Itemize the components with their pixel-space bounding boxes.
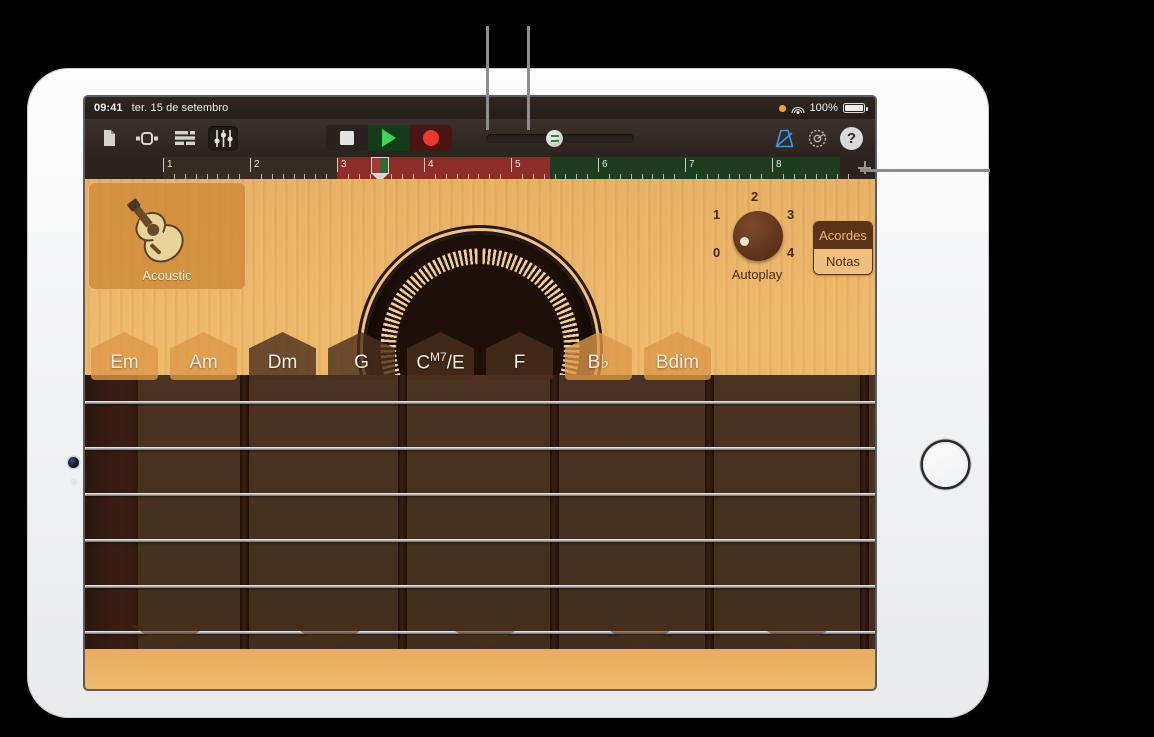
autoplay-position-3[interactable]: 3 bbox=[787, 207, 794, 222]
track-view-icon[interactable] bbox=[170, 126, 200, 151]
fret-line bbox=[860, 375, 869, 665]
autoplay-control[interactable]: 0 1 2 3 4 Autoplay bbox=[709, 187, 805, 285]
autoplay-position-0[interactable]: 0 bbox=[713, 245, 720, 260]
fretboard-bottom-edge bbox=[85, 649, 875, 689]
patch-selector-card[interactable]: Acoustic bbox=[88, 182, 246, 290]
transport-controls bbox=[326, 125, 634, 151]
volume-slider-knob[interactable] bbox=[546, 130, 563, 147]
chord-label: Am bbox=[189, 352, 218, 374]
mode-option-chords[interactable]: Acordes bbox=[814, 222, 872, 248]
chord-strip[interactable]: Em bbox=[85, 332, 164, 380]
strum-chevron bbox=[757, 625, 837, 649]
mode-option-notes[interactable]: Notas bbox=[814, 248, 872, 274]
guitar-string[interactable] bbox=[85, 447, 875, 450]
fret-line bbox=[398, 375, 407, 665]
chord-strip[interactable]: G bbox=[322, 332, 401, 380]
chord-label: Em bbox=[110, 352, 139, 374]
record-button[interactable] bbox=[410, 125, 452, 151]
battery-icon bbox=[843, 103, 865, 113]
chord-strip[interactable]: F bbox=[480, 332, 559, 380]
guitar-string[interactable] bbox=[85, 585, 875, 588]
master-volume-slider[interactable] bbox=[486, 134, 634, 143]
strum-chevron bbox=[600, 625, 680, 649]
fretboard-nut bbox=[85, 375, 138, 665]
main-toolbar: ? bbox=[85, 119, 875, 157]
toolbar-right-group: ? bbox=[774, 127, 875, 150]
callout-ruler bbox=[860, 169, 990, 172]
autoplay-position-1[interactable]: 1 bbox=[713, 207, 720, 222]
autoplay-knob[interactable] bbox=[733, 211, 783, 261]
strum-chevron bbox=[445, 625, 525, 649]
ruler-bar-number: 7 bbox=[685, 158, 695, 172]
fretboard[interactable] bbox=[85, 375, 875, 689]
document-icon[interactable] bbox=[94, 126, 124, 151]
chord-label: G bbox=[354, 352, 369, 374]
home-button[interactable] bbox=[923, 442, 968, 487]
fret-line bbox=[240, 375, 249, 665]
screen: 09:41 ter. 15 de setembro 100% bbox=[85, 97, 875, 689]
chord-strip[interactable]: B♭ bbox=[559, 332, 638, 380]
chord-strip[interactable]: Dm bbox=[243, 332, 322, 380]
mixer-icon[interactable] bbox=[208, 126, 238, 151]
stop-button[interactable] bbox=[326, 125, 368, 151]
autoplay-label: Autoplay bbox=[709, 267, 805, 282]
chord-label: Dm bbox=[268, 352, 298, 374]
smart-guitar-instrument: Acoustic 0 1 2 3 4 Autoplay Acordes Nota… bbox=[85, 179, 875, 689]
transport-group bbox=[326, 125, 452, 151]
chord-strip[interactable]: Bdim bbox=[638, 332, 717, 380]
acoustic-guitar-icon bbox=[121, 191, 213, 265]
front-camera-icon bbox=[68, 457, 79, 468]
status-date: ter. 15 de setembro bbox=[132, 102, 229, 114]
timeline-ruler[interactable]: 1 2 3 4 5 6 7 8 bbox=[85, 157, 875, 179]
chord-strip[interactable]: Am bbox=[164, 332, 243, 380]
callout-record-button bbox=[527, 26, 530, 130]
chord-label: Bdim bbox=[656, 352, 699, 374]
chord-label: F bbox=[514, 352, 526, 374]
chord-label: B♭ bbox=[588, 351, 610, 374]
status-bar-right: 100% bbox=[779, 102, 875, 114]
help-button[interactable]: ? bbox=[840, 127, 863, 150]
ambient-sensor-icon bbox=[70, 478, 77, 485]
chords-notes-switch[interactable]: Acordes Notas bbox=[813, 221, 873, 275]
guitar-string[interactable] bbox=[85, 493, 875, 496]
ruler-bar-number: 4 bbox=[424, 158, 434, 172]
metronome-icon[interactable] bbox=[774, 129, 795, 148]
recording-indicator-icon bbox=[779, 105, 786, 112]
callout-play-button bbox=[486, 26, 489, 130]
strum-chevron bbox=[290, 625, 370, 649]
guitar-string[interactable] bbox=[85, 539, 875, 542]
guitar-string[interactable] bbox=[85, 401, 875, 404]
ruler-bar-number: 1 bbox=[163, 158, 173, 172]
strum-chevron bbox=[130, 625, 210, 649]
ruler-head bbox=[85, 157, 163, 179]
status-bar: 09:41 ter. 15 de setembro 100% bbox=[85, 97, 875, 119]
autoplay-position-2[interactable]: 2 bbox=[751, 189, 758, 204]
ruler-bar-number: 3 bbox=[337, 158, 347, 172]
wifi-icon bbox=[791, 103, 804, 113]
fret-line bbox=[705, 375, 714, 665]
status-time: 09:41 bbox=[94, 102, 123, 114]
status-bar-left: 09:41 ter. 15 de setembro bbox=[85, 102, 228, 114]
chord-label: CM7/E bbox=[416, 350, 464, 374]
autoplay-position-4[interactable]: 4 bbox=[787, 245, 794, 260]
screenshot-root: 09:41 ter. 15 de setembro 100% bbox=[0, 0, 1154, 737]
fret-line bbox=[550, 375, 559, 665]
gear-icon[interactable] bbox=[807, 128, 828, 149]
ruler-bar-number: 2 bbox=[250, 158, 260, 172]
play-button[interactable] bbox=[368, 125, 410, 151]
toolbar-left-group bbox=[85, 126, 238, 151]
ipad-device-frame: 09:41 ter. 15 de setembro 100% bbox=[27, 68, 989, 718]
chord-strip[interactable]: CM7/E bbox=[401, 332, 480, 380]
ruler-bar-number: 8 bbox=[772, 158, 782, 172]
battery-percent: 100% bbox=[809, 102, 838, 114]
ruler-bar-number: 5 bbox=[511, 158, 521, 172]
chord-strip-row: Em Am Dm G CM7/E F B♭ Bdim bbox=[85, 332, 875, 380]
ruler-bar-number: 6 bbox=[598, 158, 608, 172]
patch-name-label: Acoustic bbox=[142, 268, 191, 283]
loop-browser-icon[interactable] bbox=[132, 126, 162, 151]
ruler-track[interactable]: 1 2 3 4 5 6 7 8 bbox=[163, 157, 875, 179]
add-track-icon[interactable] bbox=[858, 161, 871, 174]
